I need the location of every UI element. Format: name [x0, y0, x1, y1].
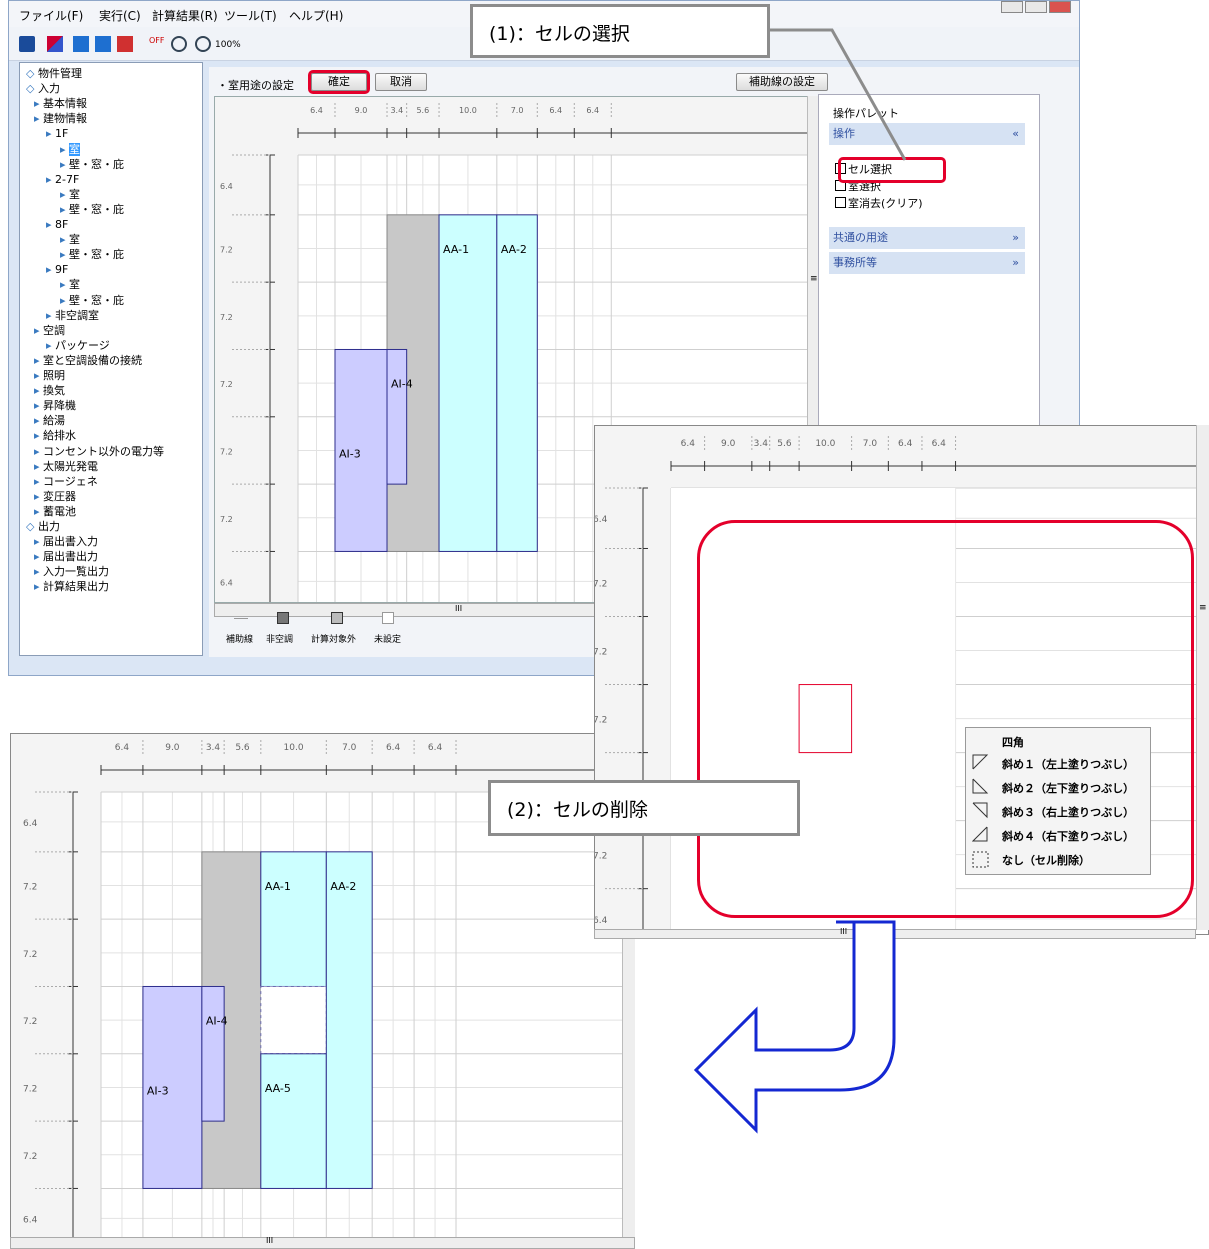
column-width-label: 6.4 — [898, 439, 913, 449]
scroll-grip-v: ≡ — [1199, 603, 1207, 613]
column-width-label: 9.0 — [721, 439, 736, 449]
row-height-label: 7.2 — [23, 1084, 37, 1094]
column-width-label: 5.6 — [235, 743, 250, 753]
row-height-label: 6.4 — [595, 515, 608, 525]
diagonal-3-icon — [972, 802, 988, 819]
row-height-label: 7.2 — [23, 883, 37, 893]
column-width-label: 3.4 — [754, 439, 769, 449]
room-aa-2[interactable] — [325, 851, 373, 1189]
column-width-label: 6.4 — [386, 743, 401, 753]
row-height-label: 7.2 — [595, 716, 607, 726]
cell-shape-context-menu: 四角 斜め１（左上塗りつぶし） 斜め２（左下塗りつぶし） 斜め３（右上塗りつぶし… — [965, 727, 1151, 875]
row-height-label: 7.2 — [595, 852, 607, 862]
column-width-label: 5.6 — [777, 439, 792, 449]
menu-item-delete-cell[interactable]: なし（セル削除） — [1002, 852, 1090, 868]
menu-item-diagonal-3[interactable]: 斜め３（右上塗りつぶし） — [1002, 804, 1134, 820]
row-height-label: 6.4 — [23, 819, 38, 829]
room-label: AA-2 — [330, 880, 356, 893]
delete-cell-icon — [972, 851, 989, 868]
column-width-label: 3.4 — [206, 743, 221, 753]
column-width-label: 6.4 — [428, 743, 443, 753]
room-label: AA-5 — [265, 1082, 291, 1095]
diagonal-4-icon — [972, 826, 988, 842]
row-height-label: 7.2 — [595, 580, 607, 590]
room-label: AA-1 — [265, 880, 291, 893]
callout1-line — [770, 28, 907, 161]
room-aa-5[interactable] — [260, 1053, 327, 1189]
menu-item-diagonal-2[interactable]: 斜め２（左下塗りつぶし） — [1002, 780, 1134, 796]
result-arrow-icon — [693, 920, 896, 1134]
column-width-label: 7.0 — [863, 439, 878, 449]
row-height-label: 7.2 — [23, 1017, 37, 1027]
diagonal-icons — [972, 754, 989, 868]
row-height-label: 7.2 — [23, 1152, 37, 1162]
scroll-grip: III — [266, 1236, 274, 1245]
column-width-label: 6.4 — [115, 743, 130, 753]
column-width-label: 10.0 — [815, 439, 835, 449]
row-height-label: 6.4 — [595, 916, 608, 926]
column-width-label: 9.0 — [165, 743, 180, 753]
diagonal-2-icon — [972, 778, 989, 794]
column-width-label: 6.4 — [932, 439, 947, 449]
room-ai-4[interactable] — [201, 985, 225, 1122]
diagonal-1-icon — [972, 754, 989, 770]
column-width-label: 7.0 — [342, 743, 357, 753]
menu-item-diagonal-1[interactable]: 斜め１（左上塗りつぶし） — [1002, 756, 1134, 772]
row-height-label: 7.2 — [595, 648, 607, 658]
deleted-cell[interactable] — [260, 985, 327, 1055]
horizontal-scrollbar-result[interactable]: III — [10, 1236, 635, 1249]
column-width-label: 6.4 — [681, 439, 696, 449]
row-height-label: 6.4 — [23, 1215, 38, 1225]
context-menu-header: 四角 — [1002, 736, 1024, 749]
vertical-scrollbar-zoom[interactable]: ≡ — [1196, 425, 1209, 930]
callout-delete-cell: (2)：セルの削除 — [488, 780, 800, 836]
room-label: AI-3 — [147, 1084, 169, 1097]
menu-item-diagonal-4[interactable]: 斜め４（右下塗りつぶし） — [1002, 828, 1134, 844]
room-aa-1[interactable] — [260, 851, 327, 987]
column-width-label: 10.0 — [284, 743, 304, 753]
row-height-label: 7.2 — [23, 950, 37, 960]
callout-delete-text: (2)：セルの削除 — [507, 799, 648, 821]
room-label: AI-4 — [206, 1014, 228, 1027]
